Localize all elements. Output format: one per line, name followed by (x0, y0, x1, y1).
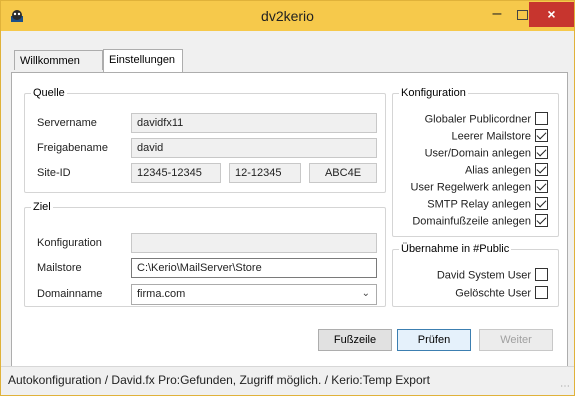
domainname-value: firma.com (137, 288, 186, 300)
domainname-label: Domainname (37, 288, 103, 300)
weiter-button[interactable]: Weiter (479, 329, 553, 351)
chevron-down-icon: ⌄ (361, 288, 370, 299)
konfiguration-label: Konfiguration (37, 237, 102, 249)
checkbox-smtp-relay-anlegen[interactable]: SMTP Relay anlegen (427, 197, 548, 214)
pruefen-button[interactable]: Prüfen (397, 329, 471, 351)
checkmark-icon[interactable] (535, 163, 548, 176)
checkbox-label: SMTP Relay anlegen (427, 198, 531, 211)
fusszeile-button[interactable]: Fußzeile (318, 329, 392, 351)
minimize-button[interactable]: – (483, 4, 511, 26)
siteid-field-2[interactable]: 12-12345 (229, 163, 301, 183)
checkbox-label: Globaler Publicordner (424, 113, 531, 126)
checkmark-icon[interactable] (535, 214, 548, 227)
servername-field[interactable]: davidfx11 (131, 113, 377, 133)
domainname-select[interactable]: firma.com ⌄ (131, 284, 377, 305)
status-text: Autokonfiguration / David.fx Pro:Gefunde… (8, 373, 430, 387)
uebernahme-group: Übernahme in #Public David System User G… (392, 243, 559, 307)
checkbox-label: Leerer Mailstore (451, 130, 531, 143)
checkbox-user-regelwerk-anlegen[interactable]: User Regelwerk anlegen (410, 180, 548, 197)
checkbox-geloeschte-user[interactable]: Gelöschte User (455, 286, 548, 303)
mailstore-input[interactable]: C:\Kerio\MailServer\Store (131, 258, 377, 278)
tab-willkommen[interactable]: Willkommen (14, 50, 103, 70)
siteid-label: Site-ID (37, 167, 71, 179)
checkmark-icon[interactable] (535, 197, 548, 210)
freigabename-label: Freigabename (37, 142, 108, 154)
checkbox-box[interactable] (535, 268, 548, 281)
checkbox-label: User Regelwerk anlegen (410, 181, 531, 194)
resize-grip-icon[interactable]: ⋯ (560, 381, 570, 392)
checkbox-alias-anlegen[interactable]: Alias anlegen (464, 163, 548, 180)
app-window: dv2kerio – × Willkommen Einstellungen Qu… (0, 0, 575, 396)
konfiguration-group: Konfiguration Globaler Publicordner Leer… (392, 87, 559, 237)
quelle-legend: Quelle (33, 87, 65, 99)
checkbox-box[interactable] (535, 112, 548, 125)
checkbox-label: David System User (436, 269, 531, 282)
siteid-field-3[interactable]: ABC4E (309, 163, 377, 183)
checkbox-label: User/Domain anlegen (424, 147, 531, 160)
title-bar[interactable]: dv2kerio – × (1, 1, 574, 31)
quelle-group: Quelle Servername davidfx11 Freigabename… (24, 87, 386, 193)
checkbox-label: Gelöschte User (455, 287, 531, 300)
close-button[interactable]: × (529, 2, 574, 27)
mailstore-label: Mailstore (37, 262, 82, 274)
checkmark-icon[interactable] (535, 129, 548, 142)
status-bar: Autokonfiguration / David.fx Pro:Gefunde… (1, 366, 574, 395)
ziel-legend: Ziel (33, 201, 51, 213)
konfiguration-legend: Konfiguration (401, 87, 466, 99)
checkbox-david-system-user[interactable]: David System User (436, 268, 548, 285)
checkbox-box[interactable] (535, 286, 548, 299)
servername-label: Servername (37, 117, 97, 129)
freigabename-field[interactable]: david (131, 138, 377, 158)
checkbox-user-domain-anlegen[interactable]: User/Domain anlegen (424, 146, 548, 163)
uebernahme-legend: Übernahme in #Public (401, 243, 510, 255)
checkbox-label: Domainfußzeile anlegen (412, 215, 531, 228)
konfiguration-field[interactable] (131, 233, 377, 253)
checkbox-globaler-publicordner[interactable]: Globaler Publicordner (424, 112, 548, 129)
siteid-field-1[interactable]: 12345-12345 (131, 163, 221, 183)
checkbox-leerer-mailstore[interactable]: Leerer Mailstore (451, 129, 548, 146)
tab-einstellungen[interactable]: Einstellungen (103, 49, 183, 72)
settings-panel: Quelle Servername davidfx11 Freigabename… (11, 72, 568, 367)
checkmark-icon[interactable] (535, 180, 548, 193)
checkbox-domainfusszeile-anlegen[interactable]: Domainfußzeile anlegen (412, 214, 548, 231)
checkmark-icon[interactable] (535, 146, 548, 159)
maximize-icon (517, 10, 528, 20)
checkbox-label: Alias anlegen (464, 164, 531, 177)
ziel-group: Ziel Konfiguration Mailstore C:\Kerio\Ma… (24, 201, 386, 307)
